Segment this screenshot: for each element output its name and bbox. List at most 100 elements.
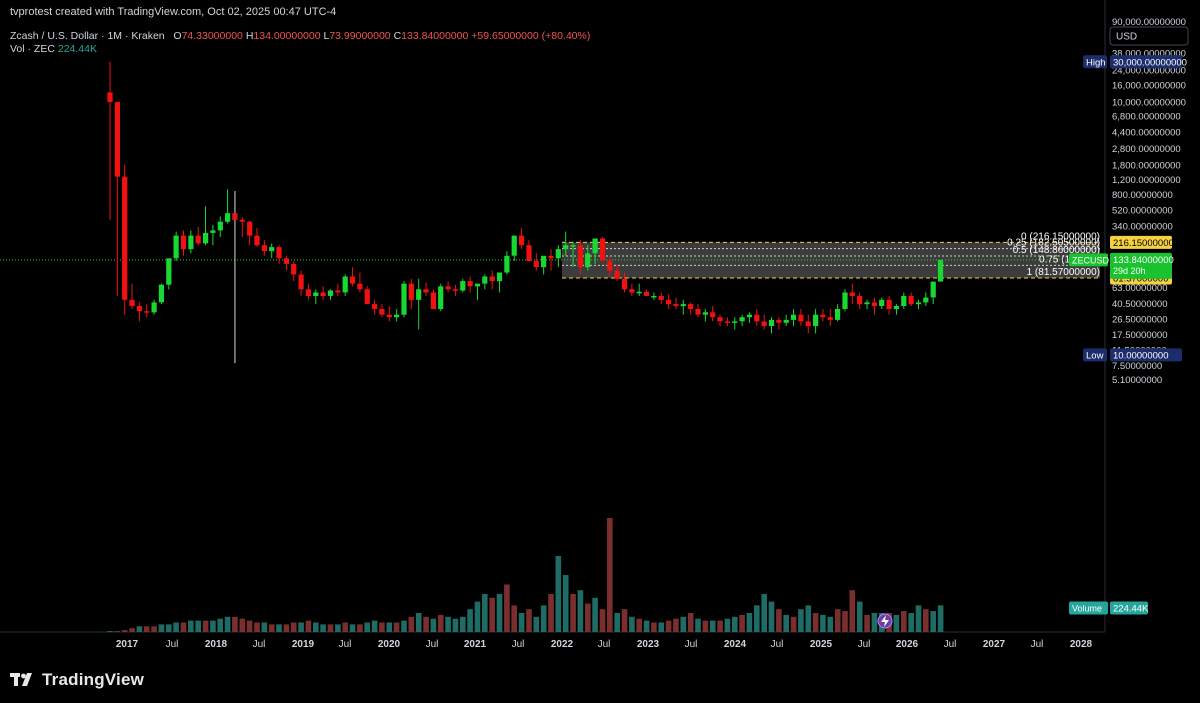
candle-body <box>232 213 238 220</box>
price-tick-label: 10,000.00000000 <box>1112 98 1186 109</box>
candle-body <box>643 291 650 296</box>
price-tick-label: 7.50000000 <box>1112 361 1162 372</box>
volume-bar <box>776 609 782 632</box>
candle-body <box>695 309 701 315</box>
time-tick-label: Jul <box>1031 639 1044 650</box>
volume-bar <box>717 620 723 632</box>
candle-body <box>386 314 392 318</box>
candle-body <box>144 311 150 313</box>
legend-ohlc: Zcash / U.S. Dollar · 1M · Kraken O74.33… <box>10 30 590 42</box>
volume-bar <box>482 594 488 632</box>
volume-bar <box>276 624 282 632</box>
legend-symbol[interactable]: Zcash / U.S. Dollar · 1M · Kraken <box>10 30 165 42</box>
volume-bar <box>702 620 709 632</box>
volume-bar <box>592 597 598 632</box>
price-tick-label: 6,800.00000000 <box>1112 112 1181 123</box>
candle-body <box>886 299 892 309</box>
candle-body <box>776 319 782 323</box>
candle-body <box>717 317 723 322</box>
volume-bar <box>555 556 562 632</box>
candle-body <box>849 292 855 296</box>
volume-bar <box>415 613 422 632</box>
legend-change: +59.65000000 (+80.40%) <box>471 30 591 42</box>
candle-body <box>923 297 929 303</box>
candle-body <box>203 232 209 244</box>
volume-label-tag: Volume <box>1072 604 1102 614</box>
candle-body <box>276 247 282 259</box>
volume-bar <box>129 628 135 632</box>
time-tick-label: 2019 <box>292 639 315 650</box>
volume-bar <box>658 622 665 632</box>
time-tick-label: 2020 <box>378 639 401 650</box>
candle-body <box>658 296 664 300</box>
candle-body <box>335 290 341 293</box>
volume-bar <box>864 614 870 632</box>
volume-bar <box>636 618 642 632</box>
candle-body <box>636 291 642 294</box>
volume-bar <box>614 613 620 632</box>
candle-body <box>496 272 503 282</box>
lightning-icon[interactable] <box>877 613 893 629</box>
candle-body <box>599 238 606 261</box>
price-tick-label: 800.00000000 <box>1112 190 1173 201</box>
volume-bar <box>342 622 348 632</box>
volume-bar <box>548 594 554 632</box>
volume-bar <box>768 601 775 632</box>
high-price-tag: 30,000.00000000 <box>1113 57 1187 68</box>
volume-bar <box>562 575 569 632</box>
volume-bar <box>313 622 319 632</box>
candle-body <box>372 304 378 309</box>
fib-level-label: 1 (81.57000000) <box>1027 267 1100 278</box>
volume-bar <box>790 616 797 632</box>
volume-bar <box>849 590 856 632</box>
candle-body <box>489 276 495 282</box>
price-tick-label: 1,200.00000000 <box>1112 175 1181 186</box>
candle-body <box>702 312 708 315</box>
volume-bar <box>570 594 576 632</box>
volume-bar <box>908 613 914 632</box>
volume-bar <box>327 624 334 632</box>
tradingview-logo[interactable]: TradingView <box>10 670 144 690</box>
candle-body <box>430 292 436 309</box>
volume-bar <box>408 616 415 632</box>
volume-bar <box>680 616 687 632</box>
candle-body <box>460 281 466 291</box>
volume-bar <box>834 609 841 632</box>
candle-body <box>136 306 142 312</box>
volume-bar <box>290 622 297 632</box>
legend-high-value: 134.00000000 <box>253 30 321 42</box>
candle-body <box>452 289 458 291</box>
candle-body <box>195 235 201 244</box>
candle-body <box>813 314 819 327</box>
candle-body <box>438 286 444 310</box>
candle-body <box>842 292 848 309</box>
time-tick-label: Jul <box>685 639 698 650</box>
volume-bar <box>460 616 466 632</box>
candle-body <box>592 238 598 254</box>
legend-low-value: 73.99000000 <box>329 30 391 42</box>
volume-bar <box>151 626 157 632</box>
price-tick-label: 4,400.00000000 <box>1112 128 1181 139</box>
time-tick-label: Jul <box>598 639 611 650</box>
price-chart[interactable]: 0 (216.15000000)0.25 (182.50500000)0.5 (… <box>0 0 1200 660</box>
volume-bar <box>820 614 826 632</box>
volume-bar <box>673 618 679 632</box>
candle-body <box>401 283 407 315</box>
candle-body <box>879 299 885 306</box>
volume-bar <box>871 613 878 632</box>
candle-body <box>180 235 187 250</box>
candle-body <box>173 235 179 259</box>
volume-bar <box>401 620 407 632</box>
volume-bar <box>607 518 613 632</box>
candle-body <box>555 249 561 259</box>
candle-body <box>416 289 422 300</box>
volume-bar <box>320 624 326 632</box>
price-tick-label: 340.00000000 <box>1112 221 1173 232</box>
time-axis-ticks: 2017 Jul 2018 Jul 2019 Jul 2020 Jul 2021 Jul 2022 J… <box>116 639 1093 650</box>
candle-body <box>364 289 370 305</box>
volume-bar <box>173 622 179 632</box>
volume-bar <box>246 620 253 632</box>
time-tick-label: Jul <box>858 639 871 650</box>
legend-vol-label[interactable]: Vol · ZEC <box>10 43 55 55</box>
volume-bar <box>437 614 444 632</box>
